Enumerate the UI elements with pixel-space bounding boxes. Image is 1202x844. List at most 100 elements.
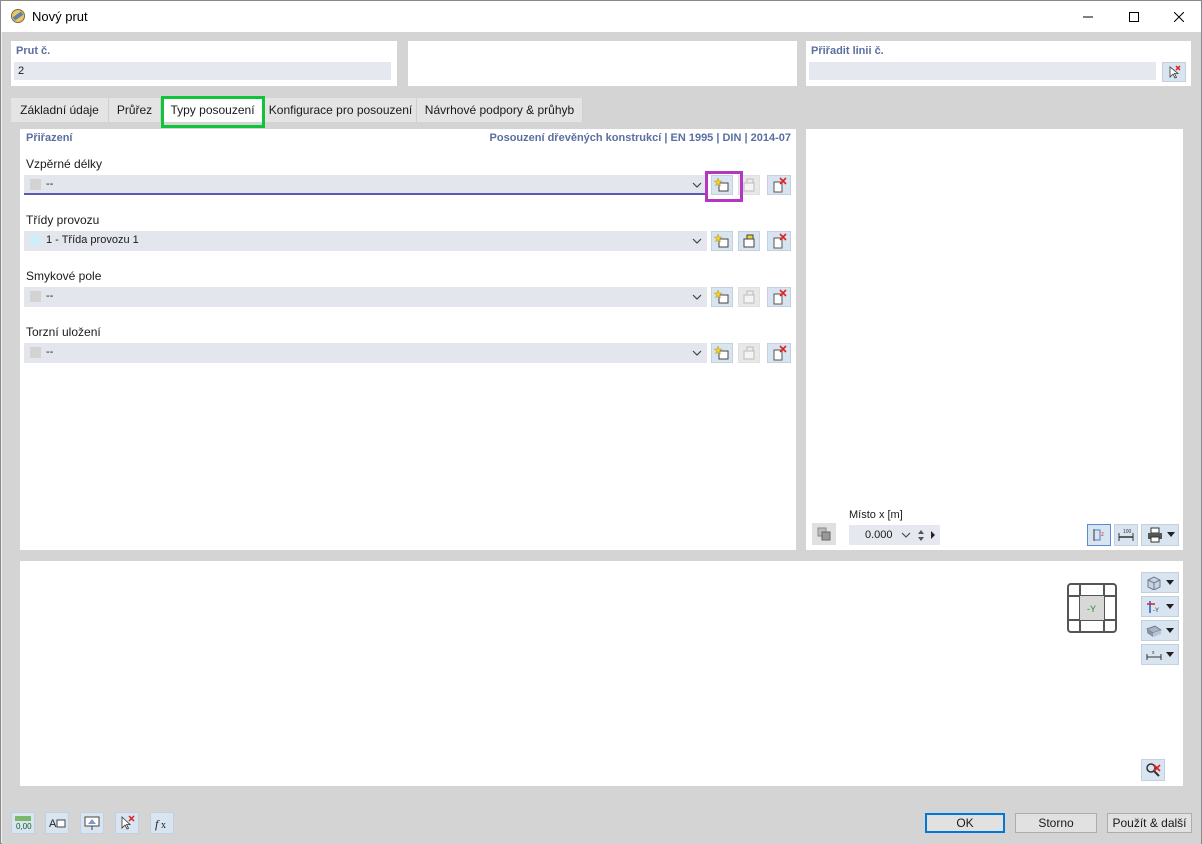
torsion-delete-button[interactable] (767, 343, 791, 363)
view-direction-button[interactable]: -Y (1141, 596, 1179, 617)
pick-line-button[interactable] (1162, 62, 1186, 82)
shear-panel-select[interactable]: -- (24, 287, 707, 307)
tab-design-config[interactable]: Konfigurace pro posouzení (265, 98, 417, 122)
service-delete-button[interactable] (767, 231, 791, 251)
printer-icon (1147, 527, 1162, 543)
service-new-button[interactable] (711, 231, 733, 251)
play-icon[interactable] (930, 530, 936, 540)
units-icon: 0,00 (15, 816, 32, 831)
torsion-edit-button[interactable] (738, 343, 760, 363)
diagram-icon: z (1093, 529, 1104, 541)
dimension-button[interactable]: 100 (1114, 524, 1138, 546)
shear-panel-label: Smykové pole (26, 269, 102, 283)
units-button[interactable]: 0,00 (11, 812, 35, 834)
axis-display-button[interactable]: x (1141, 644, 1179, 665)
maximize-button[interactable] (1111, 1, 1157, 32)
close-button[interactable] (1156, 1, 1202, 32)
svg-text:x: x (161, 820, 166, 831)
assign-line-label: Přiřadit linii č. (811, 45, 884, 57)
graphics-panel: -Y -Y x (20, 561, 1183, 786)
service-edit-button[interactable] (738, 231, 760, 251)
shear-delete-button[interactable] (767, 287, 791, 307)
buckling-lengths-label: Vzpěrné délky (26, 157, 103, 171)
color-swatch (30, 235, 41, 246)
service-classes-label: Třídy provozu (26, 213, 100, 227)
dropdown-arrow-icon (1166, 627, 1174, 633)
location-value: 0.000 (865, 529, 893, 541)
location-input[interactable]: 0.000 (849, 525, 940, 545)
buckling-lengths-value: -- (46, 178, 54, 190)
model-view-icon (84, 816, 100, 830)
buckling-delete-button[interactable] (767, 175, 791, 195)
pick-cursor-icon (1169, 65, 1181, 79)
preview-panel: Místo x [m] 0.000 z 100 (806, 129, 1183, 550)
assignment-title: Přiřazení (26, 132, 73, 144)
minimize-icon (1083, 16, 1093, 17)
tab-design-supports[interactable]: Návrhové podpory & průhyb (417, 98, 583, 122)
dialog-window: Nový prut Prut č. 2 Přiřadit linii č. Zá… (0, 0, 1202, 844)
ok-button[interactable]: OK (925, 813, 1005, 833)
cancel-button[interactable]: Storno (1015, 813, 1097, 833)
member-number-input[interactable]: 2 (14, 62, 391, 80)
svg-text:f: f (155, 817, 160, 831)
maximize-icon (1129, 11, 1139, 22)
text-style-button[interactable]: A (45, 812, 69, 834)
tab-basic[interactable]: Základní údaje (11, 98, 109, 122)
shear-new-button[interactable] (711, 287, 733, 307)
chevron-down-icon (692, 350, 702, 356)
svg-text:0,00: 0,00 (16, 822, 32, 831)
svg-text:100: 100 (1123, 529, 1132, 535)
chevron-down-icon (692, 238, 702, 244)
color-swatch (30, 347, 41, 358)
print-button[interactable] (1141, 524, 1179, 546)
member-number-label: Prut č. (16, 45, 51, 57)
torsion-new-button[interactable] (711, 343, 733, 363)
preview-settings-button[interactable] (812, 523, 836, 545)
diagram-toggle-button[interactable]: z (1087, 524, 1111, 546)
pick-button[interactable] (115, 812, 139, 834)
delete-item-icon (773, 177, 787, 193)
buckling-lengths-select[interactable]: -- (24, 175, 707, 195)
text-style-icon: A (49, 818, 66, 830)
svg-text:x: x (1152, 650, 1155, 656)
active-tab-highlight (161, 96, 265, 128)
design-standard-info: Posouzení dřevěných konstrukcí | EN 1995… (489, 132, 791, 144)
apply-next-button[interactable]: Použít & další (1107, 813, 1192, 833)
torsional-restraint-select[interactable]: -- (24, 343, 707, 363)
spinner-icon[interactable] (917, 527, 925, 543)
dimension-icon: 100 (1118, 529, 1134, 541)
formula-button[interactable]: fx (150, 812, 174, 834)
axis-icon: -Y (1147, 600, 1159, 614)
service-classes-select[interactable]: 1 - Třída provozu 1 (24, 231, 707, 251)
member-number-panel: Prut č. 2 (11, 41, 397, 86)
service-classes-value: 1 - Třída provozu 1 (46, 234, 139, 246)
color-swatch (30, 291, 41, 302)
dropdown-arrow-icon (1166, 603, 1174, 609)
minimize-button[interactable] (1065, 1, 1111, 32)
view-mode-button[interactable] (1141, 572, 1179, 593)
new-button-highlight (705, 171, 743, 202)
view-cube-icon[interactable]: -Y (1067, 583, 1117, 633)
shear-panel-value: -- (46, 290, 54, 302)
shear-edit-button[interactable] (738, 287, 760, 307)
color-swatch (30, 179, 41, 190)
display-style-button[interactable] (1141, 620, 1179, 641)
chevron-down-icon (901, 532, 911, 538)
location-label: Místo x [m] (849, 509, 903, 521)
dropdown-arrow-icon (1166, 579, 1174, 585)
surface-icon (1146, 624, 1162, 637)
member-name-panel (408, 41, 797, 86)
model-view-button[interactable] (80, 812, 104, 834)
svg-text:A: A (49, 818, 57, 830)
assign-line-input[interactable] (809, 62, 1156, 80)
torsional-restraint-label: Torzní uložení (26, 325, 101, 339)
reset-view-button[interactable] (1141, 759, 1165, 781)
tab-section[interactable]: Průřez (109, 98, 161, 122)
chevron-down-icon (692, 182, 702, 188)
edit-item-icon (743, 346, 755, 360)
delete-item-icon (773, 233, 787, 249)
layers-icon (817, 527, 831, 541)
new-item-icon (714, 345, 729, 360)
edit-item-icon (743, 178, 755, 192)
new-item-icon (714, 233, 729, 248)
